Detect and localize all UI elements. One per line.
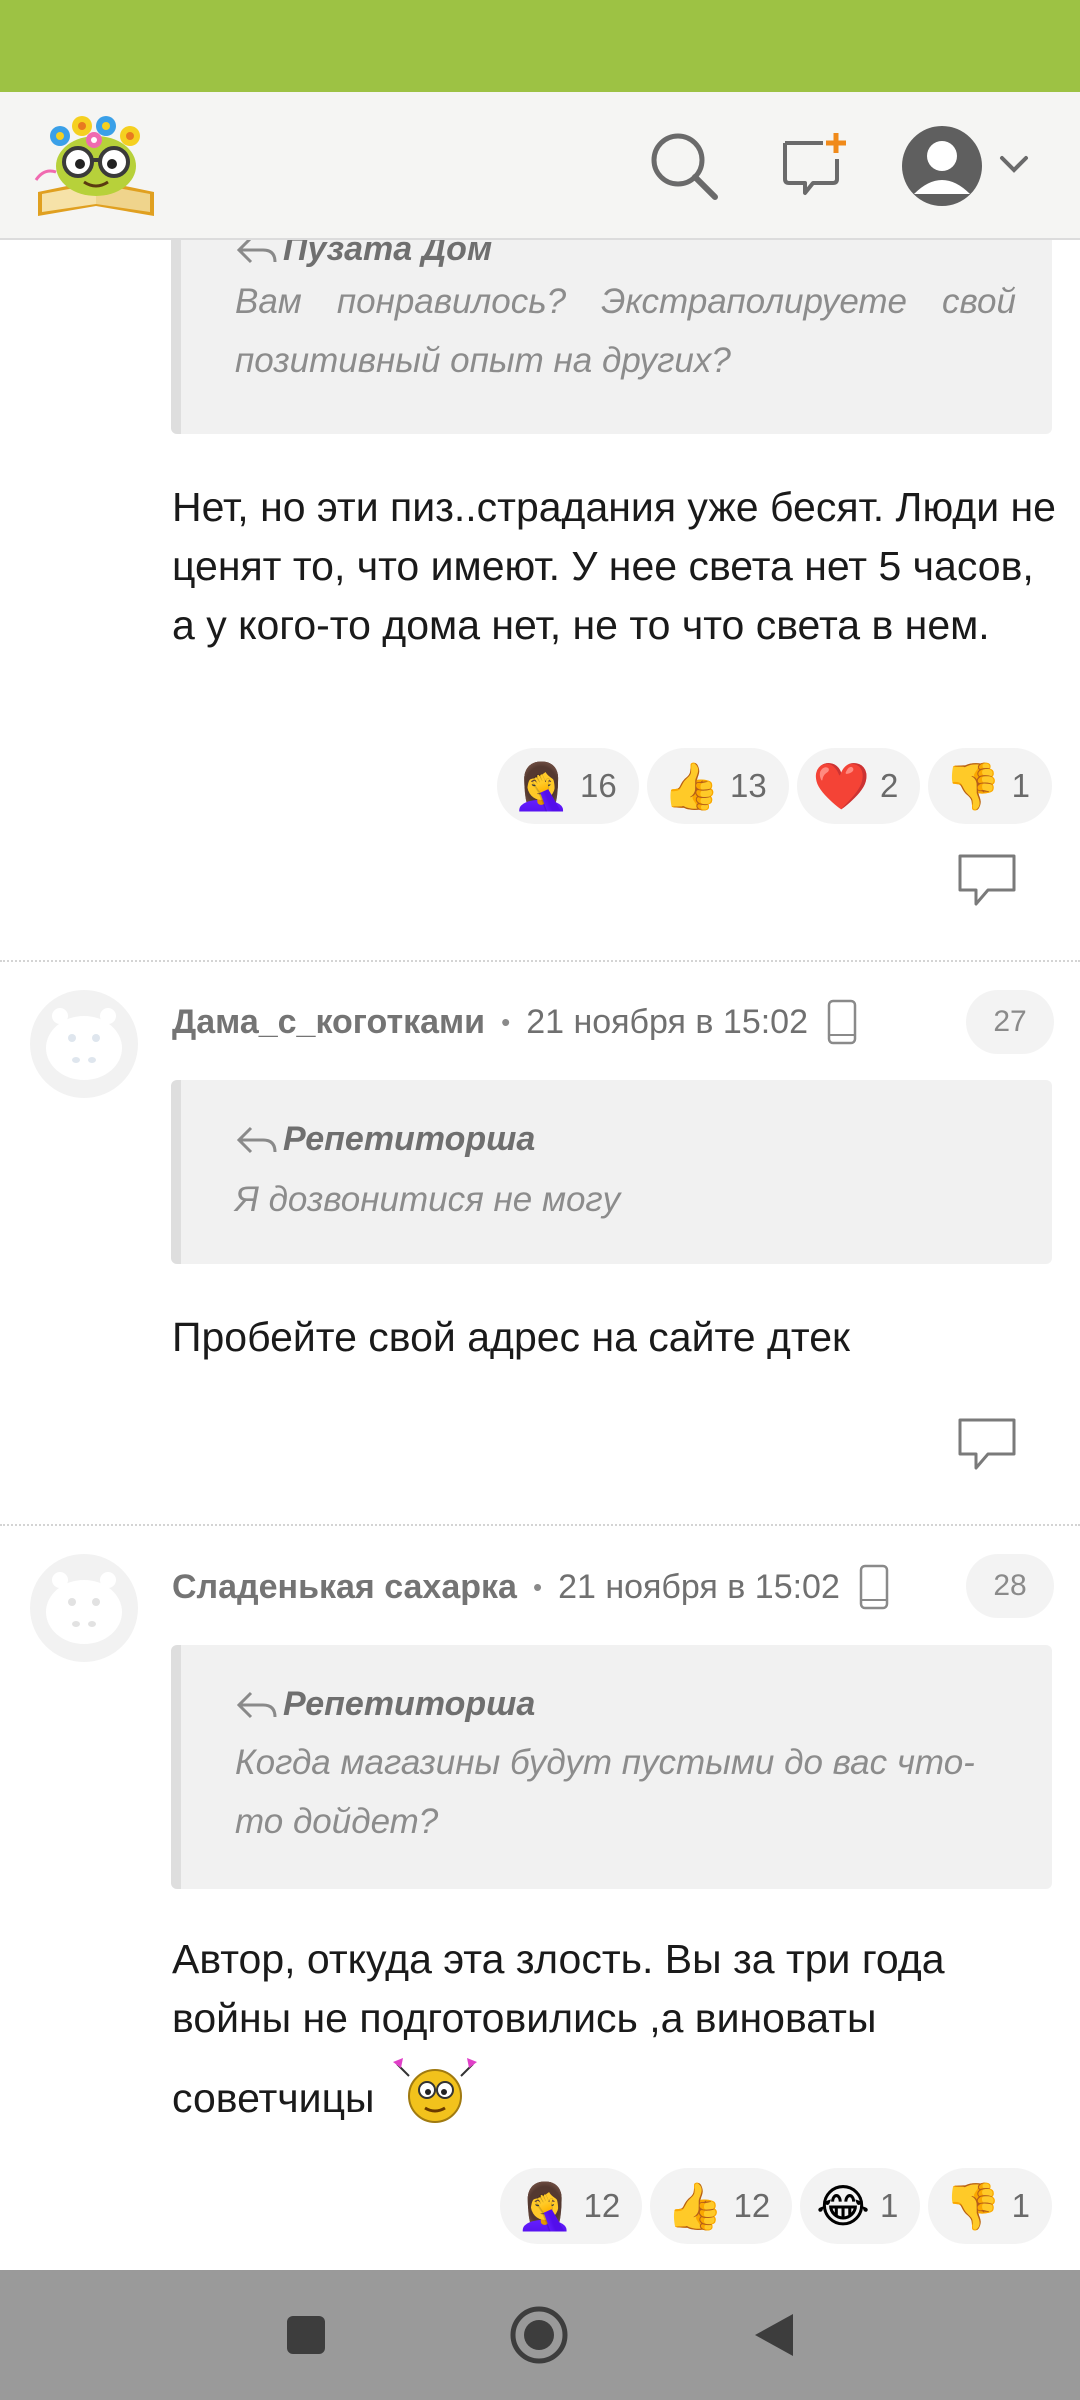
reaction-count: 12 — [733, 2187, 771, 2224]
comment-meta: Дама_с_коготками • 21 ноября в 15:02 — [172, 997, 858, 1047]
quote-author-name: Репетиторша — [283, 1685, 536, 1723]
comment-meta: Сладенькая сахарка • 21 ноября в 15:02 — [172, 1562, 890, 1612]
square-icon[interactable] — [271, 2300, 341, 2370]
thumbs-up-emoji: 👍 — [666, 2179, 724, 2233]
comment-body: Автор, откуда эта злость. Вы за три года… — [172, 1930, 1062, 2128]
reply-arrow-icon — [236, 240, 277, 263]
comments-feed: Пузата Дом Вам понравилось? Экстраполиру… — [0, 240, 1080, 2270]
reply-icon[interactable] — [956, 852, 1018, 908]
mobile-phone-icon — [826, 999, 858, 1045]
reaction-count: 12 — [583, 2187, 621, 2224]
comment-body-line: Автор, откуда эта злость. Вы за три года — [172, 1936, 945, 1982]
facepalm-emoji: 🤦‍♀️ — [512, 759, 570, 813]
quote-text: Когда магазины будут пустыми до вас что-… — [235, 1743, 975, 1841]
heart-emoji: ❤️ — [812, 759, 870, 813]
quote-author-name: Репетиторша — [283, 1120, 536, 1158]
mobile-phone-icon — [858, 1564, 890, 1610]
thumbs-down-emoji: 👎 — [944, 2179, 1002, 2233]
reaction-count: 1 — [1011, 767, 1030, 804]
comment-body-line-text: советчицы — [172, 2075, 375, 2121]
author-name[interactable]: Дама_с_коготками — [172, 1003, 485, 1042]
reaction-count: 13 — [730, 767, 767, 804]
author-name[interactable]: Сладенькая сахарка — [172, 1568, 517, 1607]
comment-body: Пробейте свой адрес на сайте дтек — [172, 1314, 850, 1360]
hippo-avatar-icon — [46, 1008, 122, 1080]
comment-date: 21 ноября в 15:02 — [526, 1002, 808, 1041]
hippo-avatar-icon — [46, 1572, 122, 1644]
reply-icon[interactable] — [956, 1416, 1018, 1472]
quote-author-name: Пузата Дом — [283, 240, 493, 268]
comment-body: Нет, но эти пиз..страдания уже бесят. Лю… — [172, 484, 1056, 648]
system-nav-bar — [0, 2270, 1080, 2400]
avatar[interactable] — [30, 1554, 138, 1662]
quote-block: Пузата Дом Вам понравилось? Экстраполиру… — [171, 240, 1052, 434]
reaction-heart[interactable]: ❤️ 2 — [796, 748, 921, 824]
comment-divider — [0, 960, 1080, 962]
profile-menu-button[interactable] — [898, 120, 1048, 212]
quote-block: Репетиторша Когда магазины будут пустыми… — [171, 1645, 1052, 1889]
reaction-count: 16 — [580, 767, 617, 804]
comment-body-line: советчицы — [172, 2048, 1062, 2128]
quote-author: Репетиторша — [235, 1685, 535, 1724]
reaction-count: 1 — [880, 2187, 899, 2224]
reaction-count: 1 — [1011, 2187, 1030, 2224]
new-post-icon[interactable] — [772, 122, 858, 208]
facepalm-emoji: 🤦‍♀️ — [516, 2179, 574, 2233]
quote-author: Репетиторша — [235, 1120, 535, 1159]
reaction-thumbs-up[interactable]: 👍 12 — [650, 2168, 793, 2244]
reply-arrow-icon — [236, 1126, 277, 1153]
app-header — [0, 92, 1080, 240]
back-triangle-icon[interactable] — [738, 2300, 808, 2370]
reaction-thumbs-up[interactable]: 👍 13 — [646, 748, 789, 824]
site-logo[interactable] — [34, 110, 158, 222]
quote-text: Вам понравилось? Экстраполируете свой по… — [235, 282, 1016, 380]
reply-arrow-icon — [236, 1691, 277, 1718]
meta-separator: • — [501, 1006, 511, 1037]
comment-divider — [0, 1524, 1080, 1526]
comment-body-line: войны не подготовились ,а виноваты — [172, 1995, 877, 2041]
quote-author: Пузата Дом — [235, 240, 492, 269]
reaction-bar: 🤦‍♀️ 12 👍 12 😂 1 👎 1 — [500, 2168, 1052, 2244]
reaction-count: 2 — [880, 767, 899, 804]
thumbs-up-emoji: 👍 — [662, 759, 720, 813]
comment-number-badge[interactable]: 28 — [966, 1554, 1054, 1618]
quote-text: Я дозвонитися не могу — [235, 1180, 621, 1219]
search-icon[interactable] — [640, 122, 726, 208]
reaction-facepalm[interactable]: 🤦‍♀️ 16 — [496, 748, 639, 824]
reaction-thumbs-down[interactable]: 👎 1 — [928, 2168, 1052, 2244]
laughing-emoji: 😂 — [816, 2179, 870, 2233]
reaction-thumbs-down[interactable]: 👎 1 — [928, 748, 1052, 824]
reaction-bar: 🤦‍♀️ 16 👍 13 ❤️ 2 👎 1 — [496, 748, 1052, 824]
home-circle-icon[interactable] — [504, 2300, 574, 2370]
reaction-laughing[interactable]: 😂 1 — [800, 2168, 921, 2244]
reaction-facepalm[interactable]: 🤦‍♀️ 12 — [500, 2168, 643, 2244]
status-bar — [0, 0, 1080, 92]
comment-number-badge[interactable]: 27 — [966, 990, 1054, 1054]
thumbs-down-emoji: 👎 — [944, 759, 1002, 813]
meta-separator: • — [532, 1571, 543, 1602]
comment-date: 21 ноября в 15:02 — [558, 1567, 840, 1606]
smiley-with-bows-icon — [389, 2056, 485, 2128]
avatar[interactable] — [30, 990, 138, 1098]
quote-block: Репетиторша Я дозвонитися не могу — [171, 1080, 1052, 1264]
